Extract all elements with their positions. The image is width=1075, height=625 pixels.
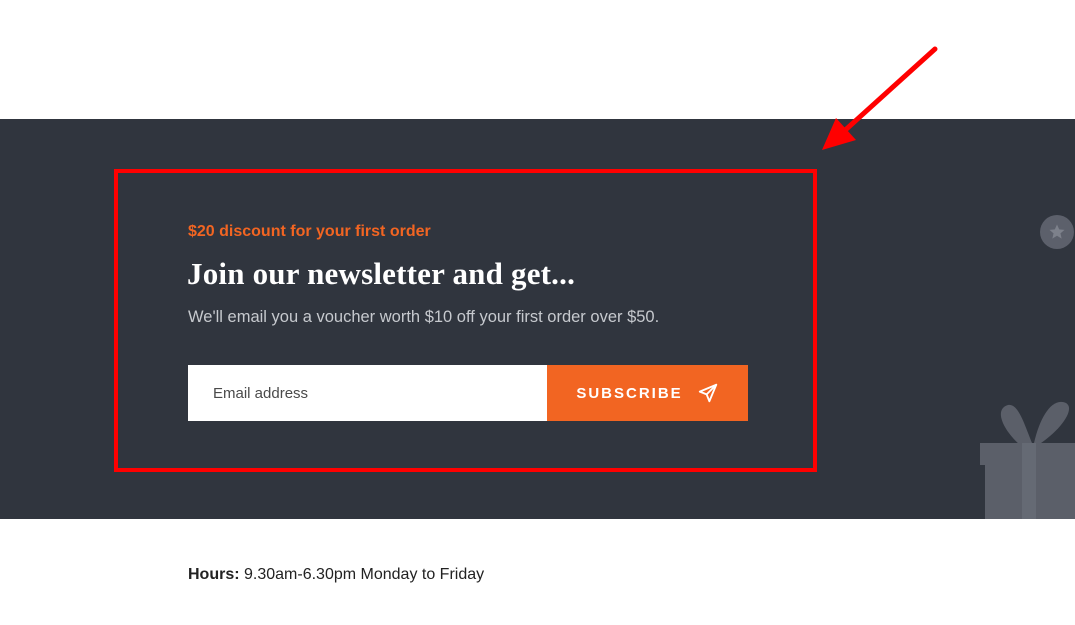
discount-eyebrow: $20 discount for your first order (188, 223, 431, 240)
send-icon (697, 382, 719, 404)
star-icon (1049, 224, 1065, 239)
subscribe-button[interactable]: SUBSCRIBE (547, 365, 748, 421)
hours-label: Hours: (188, 566, 240, 583)
newsletter-section: $20 discount for your first order Join o… (0, 119, 1075, 519)
newsletter-headline: Join our newsletter and get... (187, 256, 576, 291)
newsletter-subtext: We'll email you a voucher worth $10 off … (188, 308, 660, 326)
hours-value: 9.30am-6.30pm Monday to Friday (239, 566, 485, 583)
newsletter-form: SUBSCRIBE (188, 365, 748, 421)
subscribe-label: SUBSCRIBE (576, 384, 683, 402)
page: $20 discount for your first order Join o… (0, 0, 1075, 625)
email-input[interactable] (188, 365, 547, 421)
gift-icon (980, 401, 1075, 519)
star-badge (1040, 215, 1074, 249)
store-hours: Hours: 9.30am-6.30pm Monday to Friday (188, 566, 484, 584)
